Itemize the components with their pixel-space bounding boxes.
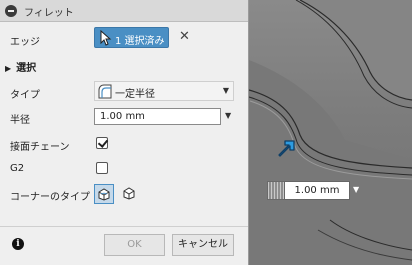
edge-selection-count: 1 選択済み (115, 36, 165, 47)
chevron-down-icon: ▼ (222, 86, 229, 95)
info-icon[interactable]: i (12, 238, 24, 250)
chevron-down-icon[interactable]: ▼ (353, 185, 359, 194)
g2-checkbox[interactable] (96, 162, 108, 174)
section-title: 選択 (16, 63, 37, 74)
tangent-chain-label: 接面チェーン (10, 142, 70, 153)
selection-section-header[interactable]: ▶ 選択 (5, 59, 36, 74)
arrow-cursor-icon (100, 30, 112, 46)
edge-selection-button[interactable]: 1 選択済み (94, 27, 169, 48)
g2-label: G2 (10, 163, 25, 174)
type-dropdown[interactable]: 一定半径 ▼ (94, 81, 234, 101)
footer-divider (0, 226, 248, 227)
drag-handle[interactable] (267, 181, 285, 200)
ok-button[interactable]: OK (104, 234, 165, 256)
minus-circle-icon[interactable] (5, 5, 17, 17)
type-label: タイプ (10, 90, 40, 101)
tangent-chain-checkbox[interactable] (96, 137, 108, 149)
corner-type-label: コーナーのタイプ (10, 192, 90, 203)
fillet-shape-icon (98, 84, 112, 99)
corner-setback-button[interactable] (120, 184, 140, 204)
fillet-dialog: フィレット エッジ 1 選択済み ✕ ▶ 選択 タイプ 一定半径 ▼ 半径 1.0… (0, 0, 249, 265)
corner-rolling-ball-button[interactable] (94, 184, 114, 204)
dialog-title: フィレット (24, 8, 74, 19)
radius-label: 半径 (10, 115, 30, 126)
corner-setback-icon (123, 187, 135, 200)
close-icon[interactable]: ✕ (179, 30, 190, 43)
triangle-right-icon: ▶ (5, 64, 12, 73)
blue-arrow-manipulator-icon[interactable] (276, 136, 298, 158)
dialog-titlebar[interactable]: フィレット (0, 0, 248, 22)
edge-label: エッジ (10, 37, 40, 48)
canvas-radius-field[interactable]: 1.00 mm (284, 181, 350, 200)
canvas-radius-input[interactable]: 1.00 mm ▼ (267, 181, 364, 200)
chevron-down-icon[interactable]: ▼ (225, 111, 231, 120)
radius-input[interactable]: 1.00 mm (94, 108, 221, 125)
cancel-button[interactable]: キャンセル (172, 234, 234, 256)
corner-rolling-ball-icon (98, 188, 110, 201)
type-value: 一定半径 (115, 89, 155, 100)
